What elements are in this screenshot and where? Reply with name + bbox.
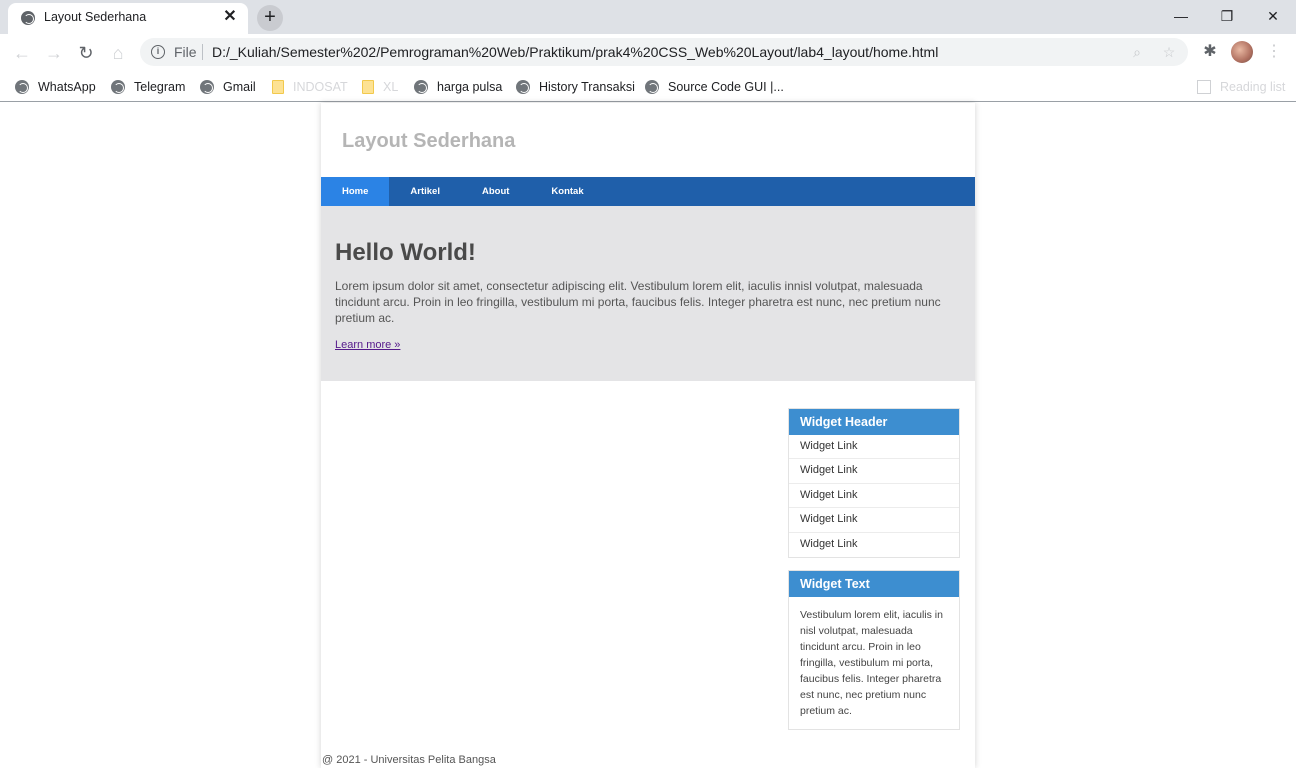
widget-header: Widget Header [789,409,959,435]
browser-titlebar: Layout Sederhana ✕ + — ❐ ✕ [0,0,1296,34]
globe-icon [200,80,214,94]
widget-text-body: Vestibulum lorem elit, iaculis in nisl v… [800,609,943,717]
bookmark-gmail[interactable]: Gmail [200,76,256,98]
minimize-button[interactable]: — [1158,2,1204,30]
bookmark-telegram[interactable]: Telegram [111,76,185,98]
browser-toolbar: ← → ↻ ⌂ i File D:/_Kuliah/Semester%202/P… [0,34,1296,72]
bookmark-label: INDOSAT [293,80,348,94]
hero-section: Hello World! Lorem ipsum dolor sit amet,… [321,206,975,381]
bookmark-label: XL [383,80,399,94]
new-tab-button[interactable]: + [257,5,283,31]
bookmark-label: WhatsApp [38,80,96,94]
globe-icon [414,80,428,94]
hero-text: Lorem ipsum dolor sit amet, consectetur … [335,279,941,325]
widget-link[interactable]: Widget Link [789,484,959,509]
folder-icon [362,80,374,94]
file-label: File [174,44,197,60]
page-container: Layout Sederhana Home Artikel About Kont… [321,103,975,768]
bookmark-label: History Transaksi [539,80,635,94]
bookmark-label: harga pulsa [437,80,503,94]
menu-icon[interactable]: ⋮ [1266,42,1282,62]
info-icon[interactable]: i [151,45,165,59]
nav-item-kontak[interactable]: Kontak [530,177,604,206]
forward-icon[interactable]: → [42,41,66,65]
reading-list-icon [1197,80,1211,94]
reading-list-button[interactable]: Reading list [1197,76,1285,98]
bookmark-label: Source Code GUI |... [668,80,784,94]
bookmark-label: Gmail [223,80,256,94]
bookmark-history-transaksi[interactable]: History Transaksi [516,76,635,98]
bookmark-xl[interactable]: XL [362,76,398,98]
address-bar[interactable]: i File D:/_Kuliah/Semester%202/Pemrogram… [140,38,1188,66]
bookmark-whatsapp[interactable]: WhatsApp [15,76,96,98]
globe-icon [645,80,659,94]
close-window-button[interactable]: ✕ [1250,2,1296,30]
restore-button[interactable]: ❐ [1204,2,1250,30]
bookmarks-bar: WhatsApp Telegram Gmail INDOSAT XL harga… [0,72,1296,102]
reading-list-label: Reading list [1220,80,1286,94]
divider [202,44,203,60]
tab-title: Layout Sederhana [44,10,147,24]
main-nav: Home Artikel About Kontak [321,177,975,206]
widget-link[interactable]: Widget Link [789,533,959,557]
profile-avatar[interactable] [1231,41,1253,63]
footer: @ 2021 - Universitas Pelita Bangsa [322,754,496,766]
zoom-icon[interactable]: ⌕ [1128,43,1146,61]
reload-icon[interactable]: ↻ [74,41,98,65]
widget-link[interactable]: Widget Link [789,508,959,533]
bookmark-harga-pulsa[interactable]: harga pulsa [414,76,502,98]
hero-title: Hello World! [335,239,476,266]
extensions-icon[interactable]: ✱ [1200,42,1220,62]
widget-links: Widget Header Widget Link Widget Link Wi… [788,408,960,558]
learn-more-link[interactable]: Learn more » [335,339,400,351]
browser-tab[interactable]: Layout Sederhana ✕ [8,3,248,34]
site-title: Layout Sederhana [342,130,516,152]
bookmark-source-code-gui[interactable]: Source Code GUI |... [645,76,784,98]
widget-link[interactable]: Widget Link [789,459,959,484]
nav-item-artikel[interactable]: Artikel [389,177,461,206]
globe-icon [21,11,35,25]
globe-icon [516,80,530,94]
widget-text: Widget Text Vestibulum lorem elit, iacul… [788,570,960,730]
bookmark-label: Telegram [134,80,186,94]
widget-text-header: Widget Text [789,571,959,597]
back-icon[interactable]: ← [10,41,34,65]
bookmark-star-icon[interactable]: ☆ [1160,43,1178,61]
home-icon[interactable]: ⌂ [106,41,130,65]
close-tab-icon[interactable]: ✕ [220,7,240,27]
nav-item-about[interactable]: About [461,177,530,206]
globe-icon [15,80,29,94]
widget-link[interactable]: Widget Link [789,435,959,460]
bookmark-indosat[interactable]: INDOSAT [272,76,348,98]
globe-icon [111,80,125,94]
url-text[interactable]: D:/_Kuliah/Semester%202/Pemrograman%20We… [212,44,938,60]
nav-item-home[interactable]: Home [321,177,390,206]
folder-icon [272,80,284,94]
